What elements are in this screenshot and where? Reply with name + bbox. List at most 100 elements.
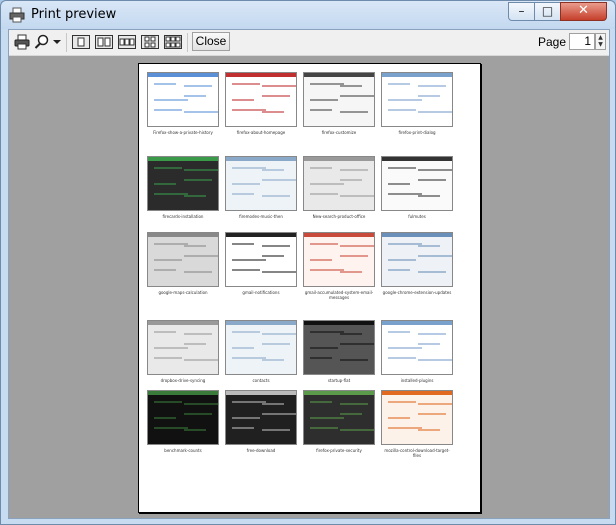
thumbnail-caption: startup-flat [327,378,351,383]
thumbnail-titlebar [226,157,296,161]
thumbnail-titlebar [226,73,296,77]
close-button[interactable]: Close [192,32,230,51]
thumbnail-titlebar [226,233,296,237]
title-bar[interactable]: Print preview – □ ✕ [1,1,615,29]
zoom-icon [34,34,49,49]
thumbnail-line [388,269,410,271]
thumbnail-line [340,271,362,273]
thumbnail-image [381,390,453,445]
spin-down-icon[interactable]: ▼ [596,41,605,48]
thumbnail-line [184,255,218,257]
thumbnail-line [310,243,338,245]
thumbnail-line [310,99,338,101]
thumbnail-line [340,169,368,171]
thumbnail-caption: mozilla-control-download-target-files [384,448,450,458]
two-pages-button[interactable] [94,33,114,51]
thumbnail-line [418,245,440,247]
thumbnail-image [303,232,375,287]
thumbnail-line [184,95,206,97]
thumbnail-line [154,83,176,85]
thumbnail-item: dropbox-drive-syncing [147,320,219,383]
thumbnail-image [381,232,453,287]
thumbnail-line [232,109,266,111]
thumbnail-line [340,403,368,405]
thumbnail-item: free-download [225,390,297,453]
thumbnail-titlebar [148,73,218,77]
thumbnail-line [154,357,182,359]
thumbnail-line [340,429,374,431]
thumbnail-line [262,111,284,113]
thumbnail-caption: firefox-print-dialog [398,130,436,135]
thumbnail-image [303,320,375,375]
thumbnail-line [388,167,416,169]
two-pages-icon [95,35,113,49]
thumbnail-item: firemodes-music-then [225,156,297,219]
thumbnail-line [184,359,218,361]
thumbnail-line [418,179,446,181]
thumbnail-line [262,359,284,361]
thumbnail-line [262,245,290,247]
thumbnail-line [232,259,266,261]
print-button[interactable] [12,33,32,51]
thumbnail-item: gmail-notifications [225,232,297,295]
printer-app-icon [9,7,25,23]
thumbnail-line [310,109,332,111]
zoom-button[interactable] [33,33,51,51]
thumbnail-line [154,331,176,333]
thumbnail-item: firefox-customize [303,72,375,135]
four-pages-icon [141,35,159,49]
thumbnail-line [184,403,218,405]
thumbnail-item: firefox-print-dialog [381,72,453,135]
toolbar-separator [187,33,188,52]
thumbnail-line [310,417,344,419]
thumbnail-line [388,99,422,101]
thumbnail-line [340,95,374,97]
close-window-button[interactable]: ✕ [560,2,607,21]
thumbnail-caption: benchmark-counts [164,448,202,453]
toolbar-separator [66,33,67,52]
thumbnail-line [232,99,254,101]
thumbnail-line [418,85,446,87]
thumbnail-line [340,359,368,361]
thumbnail-image [225,156,297,211]
thumbnail-caption: firefox-about-homepage [236,130,286,135]
page-number-input[interactable]: 1 [569,33,595,50]
zoom-dropdown-button[interactable] [52,33,62,51]
thumbnail-line [262,271,296,273]
thumbnail-line [418,95,440,97]
minimize-button[interactable]: – [508,2,535,21]
thumbnail-line [310,347,338,349]
page-label: Page [538,35,567,49]
thumbnail-line [388,427,422,429]
thumbnail-line [388,401,416,403]
thumbnail-titlebar [382,391,452,395]
thumbnail-line [340,413,362,415]
window-title: Print preview [31,7,117,22]
thumbnail-line [418,271,446,273]
thumbnail-line [418,255,452,257]
thumbnail-line [232,401,266,403]
three-pages-button[interactable] [117,33,137,51]
thumbnail-line [340,179,362,181]
page-spinner[interactable]: ▲ ▼ [595,33,606,50]
thumbnail-line [184,429,206,431]
thumbnail-image [381,156,453,211]
thumbnail-line [310,167,332,169]
six-pages-button[interactable] [163,33,183,51]
one-page-button[interactable] [71,33,91,51]
four-pages-button[interactable] [140,33,160,51]
thumbnail-item: New-search-product-office [303,156,375,219]
thumbnail-titlebar [304,391,374,395]
thumbnail-image [225,320,297,375]
thumbnail-line [154,243,188,245]
thumbnail-line [232,269,260,271]
preview-area[interactable]: Firefox-show-a-private-history firefox-ab… [9,56,609,518]
maximize-button[interactable]: □ [534,2,561,21]
thumbnail-line [232,183,260,185]
thumbnail-line [340,245,374,247]
thumbnail-line [310,331,344,333]
thumbnail-item: benchmark-counts [147,390,219,453]
thumbnail-line [184,333,212,335]
spin-up-icon[interactable]: ▲ [596,34,605,41]
toolbar: Close Page 1 ▲ ▼ [9,30,609,56]
